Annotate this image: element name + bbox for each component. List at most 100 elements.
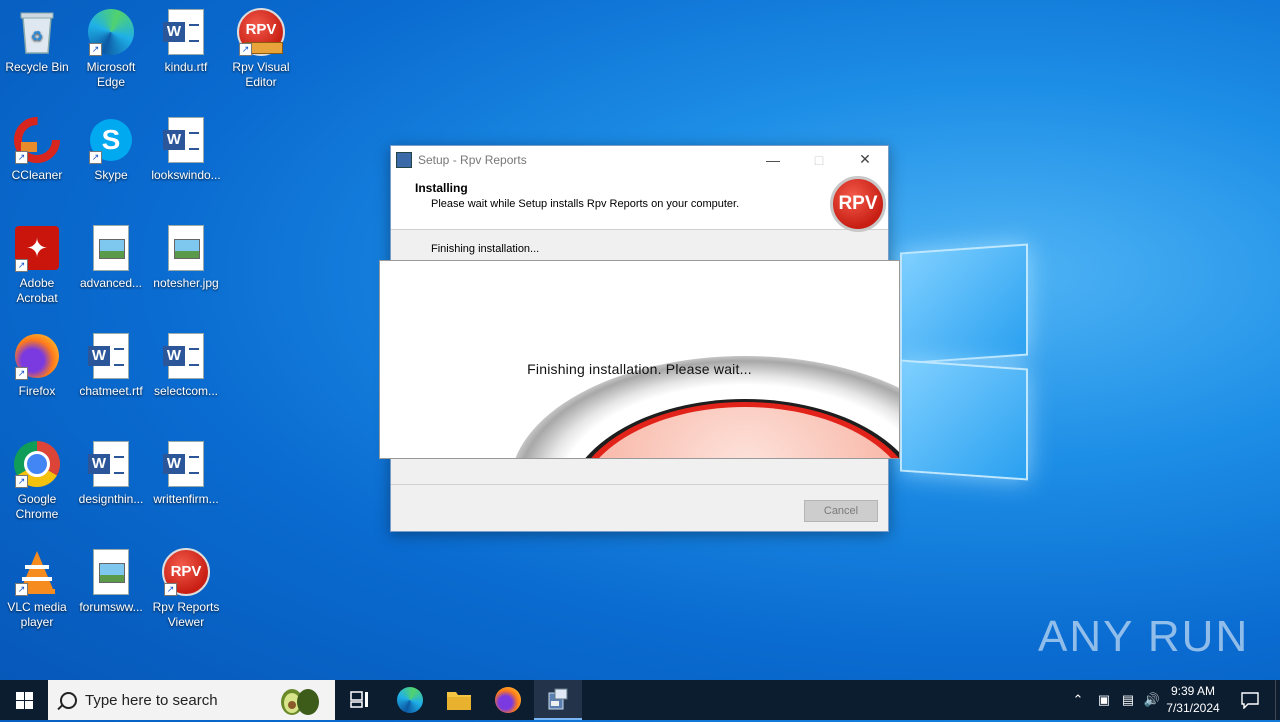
- installing-splash: Finishing installation. Please wait...: [379, 260, 900, 459]
- desktop-icon-designthin[interactable]: W designthin...: [74, 440, 148, 507]
- chrome-icon: ↗: [13, 440, 61, 488]
- word-document-icon: W: [87, 440, 135, 488]
- taskbar-file-explorer-button[interactable]: [435, 680, 483, 720]
- desktop-icon-label: Rpv Reports Viewer: [152, 600, 220, 629]
- installer-icon: [548, 688, 568, 710]
- rpv-logo-icon: RPV: [830, 176, 886, 232]
- splash-message: Finishing installation. Please wait...: [527, 361, 752, 377]
- desktop-icon-microsoft-edge[interactable]: ↗ Microsoft Edge: [74, 8, 148, 90]
- desktop-icon-adobe-acrobat[interactable]: ✦ ↗ Adobe Acrobat: [0, 224, 74, 306]
- shortcut-arrow-icon: ↗: [164, 583, 177, 596]
- setup-app-icon: [396, 151, 412, 168]
- desktop-icon-label: Adobe Acrobat: [16, 276, 58, 305]
- shortcut-arrow-icon: ↗: [89, 43, 102, 56]
- desktop-icon-selectcom[interactable]: W selectcom...: [149, 332, 223, 399]
- word-document-icon: W: [162, 116, 210, 164]
- network-icon[interactable]: ▤: [1116, 692, 1140, 708]
- svg-text:♻: ♻: [31, 28, 44, 44]
- action-center-button[interactable]: [1226, 680, 1274, 720]
- setup-heading: Installing: [415, 181, 468, 195]
- system-tray: ⌃ ▣ ▤ 🔊: [1068, 680, 1164, 720]
- word-document-icon: W: [162, 8, 210, 56]
- setup-header: Installing Please wait while Setup insta…: [391, 173, 888, 232]
- desktop-icon-label: notesher.jpg: [153, 276, 219, 290]
- taskbar-edge-button[interactable]: [386, 680, 434, 720]
- recycle-bin-icon: ♻: [13, 8, 61, 56]
- desktop-icon-recycle-bin[interactable]: ♻ Recycle Bin: [0, 8, 74, 75]
- image-file-icon: [87, 224, 135, 272]
- window-title: Setup - Rpv Reports: [418, 152, 527, 167]
- desktop-icon-ccleaner[interactable]: ↗ CCleaner: [0, 116, 74, 183]
- start-button[interactable]: [0, 680, 48, 720]
- show-hidden-icons-chevron-up-icon[interactable]: ⌃: [1068, 692, 1088, 708]
- minimize-button[interactable]: —: [750, 146, 796, 173]
- shortcut-arrow-icon: ↗: [239, 43, 252, 56]
- desktop-icon-label: lookswindo...: [151, 168, 221, 182]
- task-view-icon: [350, 691, 368, 708]
- shortcut-arrow-icon: ↗: [15, 151, 28, 164]
- desktop-icon-label: Skype: [94, 168, 128, 182]
- shortcut-arrow-icon: ↗: [15, 367, 28, 380]
- footer-divider: [391, 484, 888, 485]
- windows-start-icon: [15, 691, 33, 709]
- taskbar-firefox-button[interactable]: [484, 680, 532, 720]
- desktop-icon-label: Recycle Bin: [5, 60, 69, 74]
- task-view-button[interactable]: [336, 680, 384, 720]
- setup-subheading: Please wait while Setup installs Rpv Rep…: [431, 198, 740, 210]
- desktop-icon-kindu[interactable]: W kindu.rtf: [149, 8, 223, 75]
- rpv-editor-icon: RPV ↗: [237, 8, 285, 56]
- desktop-icon-firefox[interactable]: ↗ Firefox: [0, 332, 74, 399]
- desktop-icon-chatmeet[interactable]: W chatmeet.rtf: [74, 332, 148, 399]
- desktop-icon-rpv-visual-editor[interactable]: RPV ↗ Rpv Visual Editor: [224, 8, 298, 90]
- desktop-icon-label: writtenfirm...: [153, 492, 219, 506]
- anyrun-watermark: ANY RUN: [1038, 612, 1250, 661]
- desktop-icon-label: advanced...: [79, 276, 143, 290]
- desktop-icon-label: CCleaner: [11, 168, 63, 182]
- desktop-icon-label: Firefox: [18, 384, 56, 398]
- desktop-icon-writtenfirm[interactable]: W writtenfirm...: [149, 440, 223, 507]
- firefox-icon: ↗: [13, 332, 61, 380]
- desktop-icon-notesher[interactable]: notesher.jpg: [149, 224, 223, 291]
- desktop-icon-label: designthin...: [78, 492, 144, 506]
- word-document-icon: W: [162, 440, 210, 488]
- meet-now-icon[interactable]: ▣: [1092, 692, 1116, 708]
- windows-wallpaper-logo: [900, 240, 1030, 481]
- taskbar-setup-button[interactable]: [534, 680, 582, 720]
- desktop-icon-lookswindo[interactable]: W lookswindo...: [149, 116, 223, 183]
- desktop-icon-google-chrome[interactable]: ↗ Google Chrome: [0, 440, 74, 522]
- notification-icon: [1241, 692, 1259, 709]
- close-button[interactable]: ✕: [842, 146, 888, 173]
- adobe-acrobat-icon: ✦ ↗: [13, 224, 61, 272]
- taskbar: Type here to search ⌃ ▣ ▤ 🔊 9:39 AM 7/31…: [0, 680, 1280, 720]
- desktop-icon-label: chatmeet.rtf: [79, 384, 143, 398]
- desktop-icon-vlc[interactable]: ↗ VLC media player: [0, 548, 74, 630]
- edge-icon: ↗: [87, 8, 135, 56]
- desktop-icon-label: Rpv Visual Editor: [232, 60, 290, 89]
- cancel-button[interactable]: Cancel: [804, 500, 878, 522]
- skype-icon: S ↗: [87, 116, 135, 164]
- edge-icon: [397, 687, 423, 713]
- taskbar-search-box[interactable]: Type here to search: [48, 680, 335, 720]
- folder-icon: [447, 692, 471, 710]
- shortcut-arrow-icon: ↗: [15, 475, 28, 488]
- desktop-icon-forumsww[interactable]: forumsww...: [74, 548, 148, 615]
- search-icon: [60, 691, 77, 709]
- desktop-icon-skype[interactable]: S ↗ Skype: [74, 116, 148, 183]
- clock-time: 9:39 AM: [1170, 684, 1216, 698]
- search-highlight-avocado-icon: [279, 683, 321, 717]
- setup-titlebar[interactable]: Setup - Rpv Reports — □ ✕: [391, 146, 888, 173]
- ccleaner-icon: ↗: [13, 116, 61, 164]
- desktop-icon-label: selectcom...: [153, 384, 219, 398]
- shortcut-arrow-icon: ↗: [15, 583, 28, 596]
- image-file-icon: [162, 224, 210, 272]
- taskbar-clock[interactable]: 9:39 AM 7/31/2024: [1160, 683, 1226, 717]
- show-desktop-button[interactable]: [1275, 680, 1276, 720]
- search-placeholder: Type here to search: [85, 691, 218, 709]
- desktop-icon-rpv-reports-viewer[interactable]: RPV ↗ Rpv Reports Viewer: [149, 548, 223, 630]
- shortcut-arrow-icon: ↗: [89, 151, 102, 164]
- desktop-icon-advanced[interactable]: advanced...: [74, 224, 148, 291]
- desktop-icon-label: VLC media player: [7, 600, 67, 629]
- word-document-icon: W: [162, 332, 210, 380]
- shortcut-arrow-icon: ↗: [15, 259, 28, 272]
- maximize-button[interactable]: □: [796, 146, 842, 173]
